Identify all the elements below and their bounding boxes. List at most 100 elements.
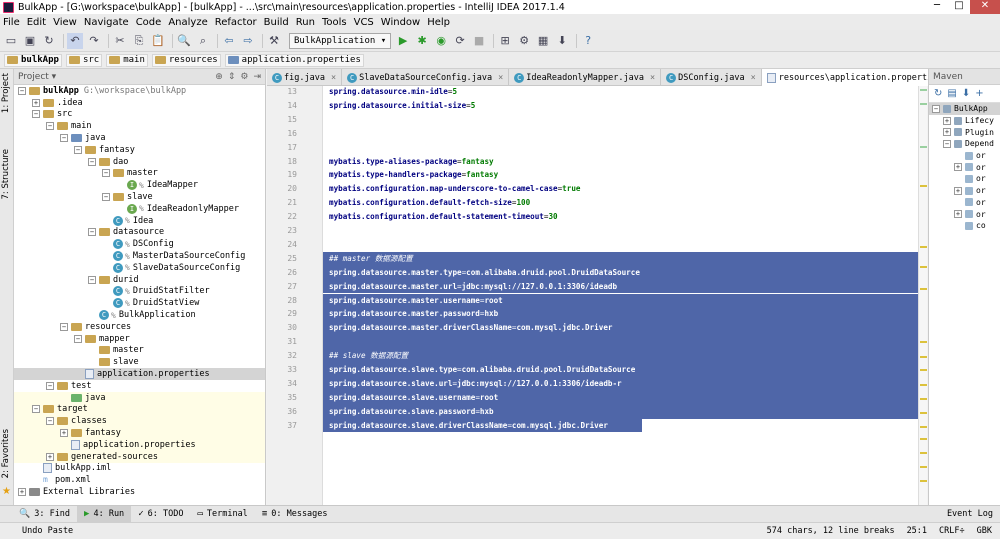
expand-icon[interactable]: + [954,186,962,195]
tree-item[interactable]: application.properties [14,438,265,451]
download-icon[interactable]: ⬇ [962,88,970,99]
breadcrumb-item[interactable]: resources [151,53,221,67]
code-line[interactable]: spring.datasource.min-idle=5 [329,86,457,99]
marker[interactable] [920,452,927,454]
tree-item[interactable]: bulkApp.iml [14,463,265,475]
code-line[interactable]: spring.datasource.slave.url=jdbc:mysql:/… [329,377,622,391]
tree-item[interactable]: + External Libraries [14,486,265,498]
expand-icon[interactable]: − [88,275,96,284]
menu-build[interactable]: Build [264,17,289,28]
expand-icon[interactable]: + [60,429,68,437]
tree-item[interactable]: − fantasy [14,144,265,156]
expand-icon[interactable]: − [60,322,68,331]
menu-edit[interactable]: Edit [27,17,46,28]
tree-item[interactable]: − src [14,109,265,121]
collapse-icon[interactable]: ⇕ [228,72,236,82]
expand-icon[interactable]: + [954,210,962,219]
tab-favorites[interactable]: 2: Favorites [1,429,11,478]
tab-project[interactable]: 1: Project [1,73,11,113]
tree-item[interactable]: + generated-sources [14,450,265,463]
help-icon[interactable]: ? [580,33,596,49]
hide-icon[interactable]: ⇥ [253,72,261,82]
marker[interactable] [920,288,927,290]
tool-tab-messages[interactable]: ≡ 0: Messages [255,506,335,523]
code-line[interactable]: spring.datasource.initial-size=5 [329,99,475,113]
marker[interactable] [920,266,927,268]
reimport-icon[interactable]: ↻ [934,88,942,99]
marker[interactable] [920,356,927,358]
tree-item[interactable]: C% BulkApplication [14,309,265,321]
tree-item[interactable]: C% Idea [14,215,265,227]
tree-item[interactable]: − dao [14,156,265,168]
expand-icon[interactable]: − [32,110,40,119]
code-line[interactable]: mybatis.configuration.default-fetch-size… [329,196,530,210]
add-icon[interactable]: + [975,88,983,99]
expand-icon[interactable]: − [46,122,54,131]
menu-tools[interactable]: Tools [322,17,347,28]
tree-item[interactable]: C% DSConfig [14,238,265,250]
editor-tab[interactable]: C SlaveDataSourceConfig.java × [342,69,510,86]
tool-tab-terminal[interactable]: ▭ Terminal [190,506,254,523]
maven-item[interactable]: + or [929,208,1000,220]
tree-item[interactable]: − bulkApp G:\workspace\bulkApp [14,85,265,97]
file-encoding[interactable]: GBK [977,526,992,536]
marker[interactable] [920,384,927,386]
maven-item[interactable]: + or [929,185,1000,197]
vcs-icon[interactable]: ⊞ [497,33,513,49]
coverage-icon[interactable]: ◉ [433,33,449,49]
replace-icon[interactable]: ⌕ [195,33,211,49]
cut-icon[interactable]: ✂ [112,33,128,49]
expand-icon[interactable]: − [943,139,951,148]
menu-view[interactable]: View [53,17,77,28]
maven-item[interactable]: + or [929,161,1000,173]
maven-item[interactable]: + Lifecy [929,115,1000,127]
expand-icon[interactable]: − [74,334,82,343]
expand-icon[interactable]: + [46,452,54,461]
tree-item[interactable]: C% SlaveDataSourceConfig [14,262,265,274]
expand-icon[interactable]: − [32,405,40,414]
tree-item[interactable]: m pom.xml [14,474,265,486]
code-line[interactable]: spring.datasource.master.password=hxb [329,307,498,321]
expand-icon[interactable]: − [88,228,96,237]
marker[interactable] [920,146,927,148]
marker[interactable] [920,412,927,414]
editor-tab[interactable]: Cfig.java × [267,69,343,86]
expand-icon[interactable]: − [102,169,110,178]
paste-icon[interactable]: 📋 [150,33,166,49]
code-line[interactable]: spring.datasource.slave.password=hxb [329,405,494,419]
marker[interactable] [920,103,927,105]
open-folder-icon[interactable]: ▭ [3,33,19,49]
undo-icon[interactable]: ↶ [67,32,83,49]
tree-item[interactable]: master [14,345,265,357]
tree-item[interactable]: − durid [14,274,265,286]
project-structure-icon[interactable]: ▦ [535,33,551,49]
caret-position[interactable]: 25:1 [907,526,927,536]
run-icon[interactable]: ▶ [395,33,411,49]
locate-icon[interactable]: ⊕ [215,72,223,82]
expand-icon[interactable]: − [18,86,26,95]
breadcrumb-item[interactable]: main [106,53,148,67]
code-editor[interactable]: 13 14 15 16 17 18 19 20 21 22 23 24 25 26 27 28 29 30 31 32… [267,86,927,505]
expand-icon[interactable]: + [943,128,951,137]
code-line[interactable]: spring.datasource.master.username=root [329,294,503,308]
line-separator[interactable]: CRLF÷ [939,526,965,536]
close-tab-icon[interactable]: × [751,73,756,83]
menu-vcs[interactable]: VCS [354,17,374,28]
expand-icon[interactable]: + [18,487,26,496]
maven-item[interactable]: or [929,173,1000,185]
editor-tab[interactable]: C DSConfig.java × [661,69,762,86]
menu-code[interactable]: Code [136,17,162,28]
breadcrumb-item[interactable]: bulkApp [4,53,62,67]
tree-item[interactable]: − slave [14,191,265,203]
tree-item[interactable]: java [14,391,265,404]
tree-item[interactable]: + .idea [14,97,265,109]
maven-item[interactable]: − BulkApp [929,103,1000,115]
code-line[interactable]: spring.datasource.slave.driverClassName=… [329,419,608,433]
tree-item[interactable]: − datasource [14,227,265,239]
code-line[interactable]: mybatis.configuration.map-underscore-to-… [329,182,580,196]
maven-item[interactable]: − Depend [929,138,1000,150]
run-configuration-select[interactable]: BulkApplication ▾ [289,32,392,49]
minimize-icon[interactable]: ─ [926,0,948,14]
back-icon[interactable]: ⇦ [221,33,237,49]
marker[interactable] [920,398,927,400]
